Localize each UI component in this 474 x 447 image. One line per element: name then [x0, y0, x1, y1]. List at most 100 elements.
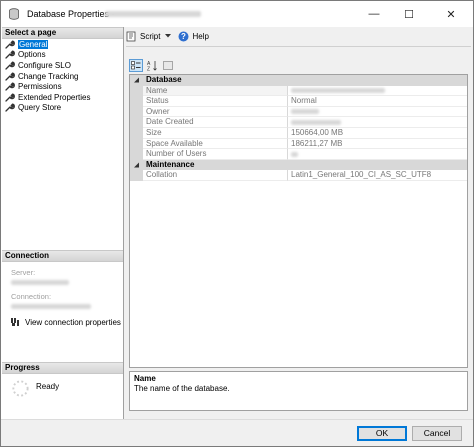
redacted-database-name	[291, 87, 385, 93]
wrench-icon	[5, 82, 15, 91]
description-text: The name of the database.	[134, 384, 230, 393]
help-button[interactable]: ? Help	[178, 31, 209, 42]
page-extended-properties[interactable]: Extended Properties	[5, 92, 123, 103]
wrench-icon	[5, 40, 15, 49]
sort-alphabetical-icon: A Z	[147, 60, 157, 71]
connection-label: Connection:	[11, 292, 52, 301]
page-label: Permissions	[18, 82, 62, 92]
property-row-date-created[interactable]: Date Created	[130, 117, 467, 128]
property-name: Size	[143, 128, 288, 139]
database-properties-window: Database Properties - — ☐ ✕ Select a pag…	[0, 0, 474, 447]
page-change-tracking[interactable]: Change Tracking	[5, 71, 123, 82]
page-configure-slo[interactable]: Configure SLO	[5, 60, 123, 71]
redacted-server-name	[105, 11, 201, 17]
chevron-down-icon	[165, 34, 172, 38]
wrench-icon	[5, 103, 15, 113]
page-label: Options	[18, 50, 46, 60]
help-label: Help	[192, 31, 209, 41]
page-label: Configure SLO	[18, 60, 71, 70]
wrench-icon	[5, 72, 15, 81]
script-label: Script	[140, 31, 161, 41]
page-general[interactable]: General	[5, 39, 123, 50]
property-name: Collation	[143, 170, 288, 181]
page-label: Change Tracking	[18, 71, 79, 81]
property-value	[288, 86, 467, 97]
progress-header: Progress	[2, 362, 123, 374]
page-permissions[interactable]: Permissions	[5, 81, 123, 92]
title-bar: Database Properties - — ☐ ✕	[1, 1, 473, 27]
connection-properties-icon	[11, 318, 19, 326]
property-value: 150664,00 MB	[288, 128, 467, 139]
left-pane: Select a page General Options Configure …	[1, 27, 124, 419]
svg-text:Z: Z	[147, 66, 150, 71]
toolbar: Script ? Help	[126, 29, 471, 43]
property-name: Status	[143, 96, 288, 107]
wrench-icon	[5, 93, 15, 102]
redacted-date-created	[291, 119, 341, 125]
property-row-status[interactable]: Status Normal	[130, 96, 467, 107]
collapse-icon[interactable]	[130, 159, 143, 171]
toolbar-divider	[126, 46, 471, 47]
category-label: Database	[146, 75, 182, 84]
property-row-size[interactable]: Size 150664,00 MB	[130, 128, 467, 139]
page-label: Query Store	[18, 103, 62, 113]
script-icon	[126, 31, 136, 41]
button-bar: OK Cancel	[1, 419, 473, 446]
property-name: Name	[143, 85, 288, 97]
progress-status: Ready	[36, 382, 60, 391]
page-label: General	[18, 39, 49, 49]
database-icon	[9, 8, 19, 20]
svg-text:?: ?	[182, 32, 187, 41]
description-pane: Name The name of the database.	[129, 371, 468, 411]
page-options[interactable]: Options	[5, 50, 123, 61]
page-list: General Options Configure SLO Change Tra…	[5, 39, 123, 113]
minimize-button[interactable]: —	[359, 1, 389, 27]
property-name: Owner	[143, 106, 288, 118]
wrench-icon	[5, 50, 15, 60]
categorized-icon	[131, 60, 141, 69]
cancel-button[interactable]: Cancel	[412, 426, 462, 441]
page-label: Extended Properties	[18, 92, 91, 102]
property-pages-icon	[163, 60, 173, 70]
view-connection-properties-label: View connection properties	[25, 317, 121, 327]
category-maintenance[interactable]: Maintenance	[130, 159, 467, 171]
window-title: Database Properties -	[27, 9, 115, 19]
categorized-view-button[interactable]	[129, 58, 143, 72]
property-grid: Database Name Status Normal Owner Date C…	[129, 74, 468, 368]
script-button[interactable]: Script	[126, 31, 172, 42]
property-pages-button[interactable]	[161, 59, 175, 72]
property-value: Normal	[288, 96, 467, 107]
connection-header: Connection	[2, 250, 123, 262]
server-label: Server:	[11, 268, 36, 277]
property-name: Date Created	[143, 117, 288, 128]
property-value: 186211,27 MB	[288, 139, 467, 150]
view-connection-properties-link[interactable]: View connection properties	[10, 317, 121, 327]
redacted-number-of-users	[291, 151, 298, 157]
help-icon: ?	[178, 31, 189, 41]
property-value	[288, 117, 467, 128]
category-database[interactable]: Database	[130, 75, 467, 86]
property-name: Number of Users	[143, 149, 288, 160]
property-value: Latin1_General_100_CI_AS_SC_UTF8	[288, 170, 467, 181]
select-page-header: Select a page	[2, 27, 123, 39]
property-value	[288, 149, 467, 160]
property-row-owner[interactable]: Owner	[130, 106, 467, 118]
page-query-store[interactable]: Query Store	[5, 103, 123, 114]
redacted-connection-value	[11, 304, 91, 309]
property-row-space-available[interactable]: Space Available 186211,27 MB	[130, 138, 467, 150]
property-row-number-of-users[interactable]: Number of Users	[130, 149, 467, 160]
redacted-owner	[291, 109, 319, 115]
property-row-name[interactable]: Name	[130, 85, 467, 97]
close-button[interactable]: ✕	[429, 1, 473, 27]
collapse-icon[interactable]	[130, 75, 143, 86]
category-label: Maintenance	[146, 159, 195, 169]
redacted-server-value	[11, 280, 69, 285]
ok-button[interactable]: OK	[357, 426, 407, 441]
maximize-button[interactable]: ☐	[394, 1, 424, 27]
property-name: Space Available	[143, 138, 288, 150]
progress-spinner-icon	[12, 380, 29, 397]
description-title: Name	[134, 374, 156, 383]
property-grid-toolbar: A Z	[129, 58, 177, 72]
alphabetical-view-button[interactable]: A Z	[145, 59, 159, 72]
property-row-collation[interactable]: Collation Latin1_General_100_CI_AS_SC_UT…	[130, 170, 467, 181]
